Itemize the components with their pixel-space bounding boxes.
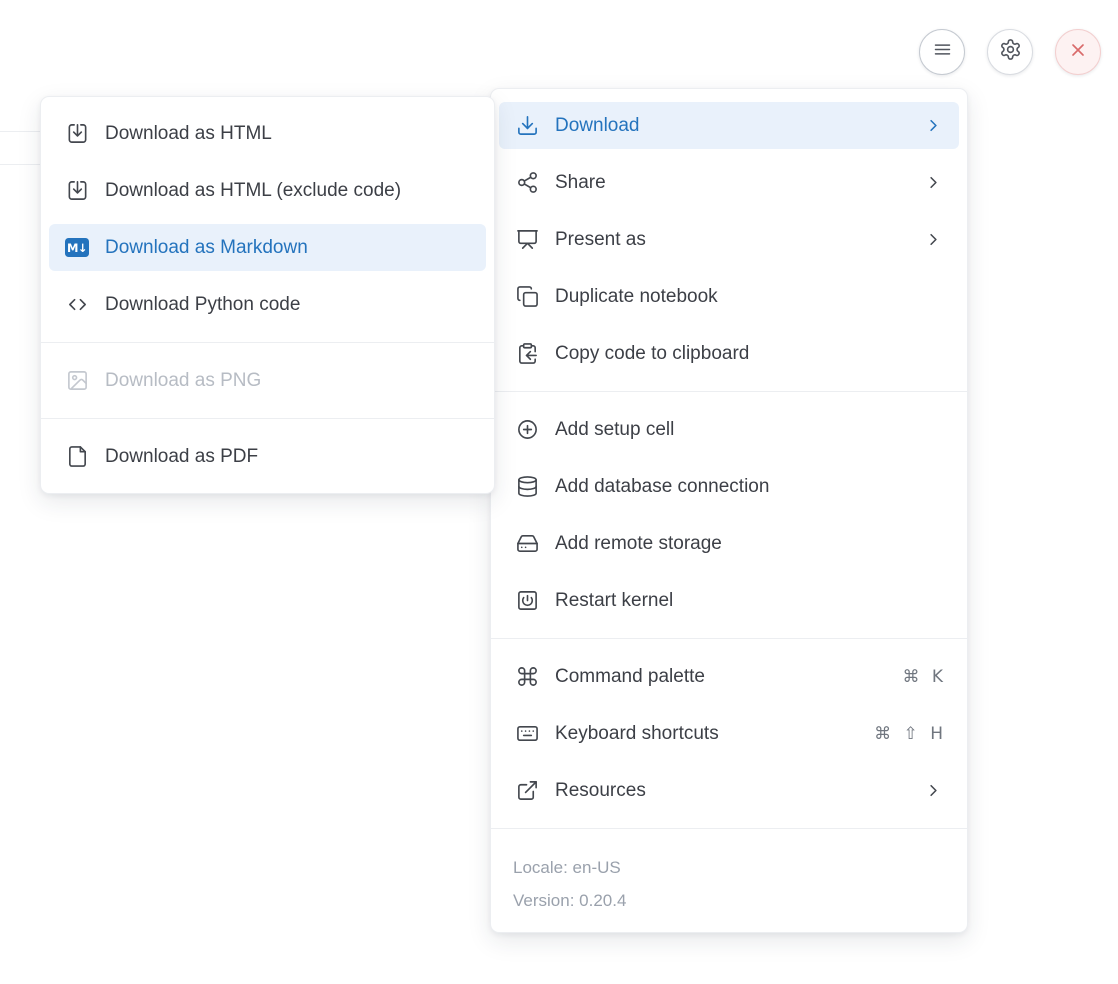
file-icon xyxy=(65,445,89,469)
markdown-badge-icon: M↓ xyxy=(65,236,89,260)
submenu-item-download-as-html[interactable]: Download as HTML xyxy=(49,110,486,157)
menu-item-label: Download as PNG xyxy=(105,370,261,392)
menu-item-add-database-connection[interactable]: Add database connection xyxy=(499,463,959,510)
menu-item-label: Resources xyxy=(555,780,646,802)
circle-plus-icon xyxy=(515,418,539,442)
code-icon xyxy=(65,293,89,317)
power-icon xyxy=(515,589,539,613)
menu-item-label: Download xyxy=(555,115,640,137)
close-button[interactable] xyxy=(1055,29,1101,75)
shortcut-hint: ⌘ K xyxy=(902,667,943,687)
menu-item-download[interactable]: Download xyxy=(499,102,959,149)
menu-item-share[interactable]: Share xyxy=(499,159,959,206)
submenu-item-download-as-html-exclude-code[interactable]: Download as HTML (exclude code) xyxy=(49,167,486,214)
close-x-icon xyxy=(1068,40,1088,65)
duplicate-icon xyxy=(515,285,539,309)
chevron-right-icon xyxy=(924,116,943,135)
share-icon xyxy=(515,171,539,195)
external-link-icon xyxy=(515,779,539,803)
menu-item-label: Command palette xyxy=(555,666,705,688)
download-submenu: Download as HTML Download as HTML (exclu… xyxy=(40,96,495,494)
menu-item-label: Download as Markdown xyxy=(105,237,308,259)
menu-item-duplicate-notebook[interactable]: Duplicate notebook xyxy=(499,273,959,320)
notebook-menu-button[interactable] xyxy=(919,29,965,75)
settings-button[interactable] xyxy=(987,29,1033,75)
download-icon xyxy=(515,114,539,138)
menu-item-add-setup-cell[interactable]: Add setup cell xyxy=(499,406,959,453)
hard-drive-icon xyxy=(515,532,539,556)
clipboard-copy-icon xyxy=(515,342,539,366)
menu-item-label: Add remote storage xyxy=(555,533,722,555)
menu-item-resources[interactable]: Resources xyxy=(499,767,959,814)
locale-text: Locale: en-US xyxy=(513,851,945,884)
menu-item-label: Share xyxy=(555,172,606,194)
submenu-item-download-as-png[interactable]: Download as PNG xyxy=(49,357,486,404)
keyboard-icon xyxy=(515,722,539,746)
database-icon xyxy=(515,475,539,499)
menu-item-label: Download Python code xyxy=(105,294,300,316)
submenu-item-download-as-pdf[interactable]: Download as PDF xyxy=(49,433,486,480)
command-icon xyxy=(515,665,539,689)
box-download-icon xyxy=(65,179,89,203)
gear-icon xyxy=(999,38,1022,66)
menu-item-label: Keyboard shortcuts xyxy=(555,723,719,745)
menu-item-label: Duplicate notebook xyxy=(555,286,718,308)
menu-item-copy-code[interactable]: Copy code to clipboard xyxy=(499,330,959,377)
hamburger-menu-icon xyxy=(932,39,953,65)
submenu-item-download-python-code[interactable]: Download Python code xyxy=(49,281,486,328)
shortcut-hint: ⌘ ⇧ H xyxy=(874,724,943,744)
menu-item-present-as[interactable]: Present as xyxy=(499,216,959,263)
menu-item-command-palette[interactable]: Command palette ⌘ K xyxy=(499,653,959,700)
chevron-right-icon xyxy=(924,230,943,249)
menu-separator xyxy=(41,342,494,343)
menu-item-label: Copy code to clipboard xyxy=(555,343,749,365)
menu-item-label: Present as xyxy=(555,229,646,251)
chevron-right-icon xyxy=(924,781,943,800)
menu-separator xyxy=(41,418,494,419)
page-edge-line xyxy=(0,164,40,165)
menu-item-restart-kernel[interactable]: Restart kernel xyxy=(499,577,959,624)
menu-item-label: Add setup cell xyxy=(555,419,674,441)
presentation-icon xyxy=(515,228,539,252)
box-download-icon xyxy=(65,122,89,146)
submenu-item-download-as-markdown[interactable]: M↓ Download as Markdown xyxy=(49,224,486,271)
menu-item-label: Restart kernel xyxy=(555,590,673,612)
menu-separator xyxy=(491,391,967,392)
menu-separator xyxy=(491,638,967,639)
menu-item-label: Download as HTML xyxy=(105,123,272,145)
chevron-right-icon xyxy=(924,173,943,192)
page-edge-line xyxy=(0,131,40,132)
menu-item-label: Download as HTML (exclude code) xyxy=(105,180,401,202)
image-icon xyxy=(65,369,89,393)
menu-separator xyxy=(491,828,967,829)
menu-item-keyboard-shortcuts[interactable]: Keyboard shortcuts ⌘ ⇧ H xyxy=(499,710,959,757)
menu-item-add-remote-storage[interactable]: Add remote storage xyxy=(499,520,959,567)
menu-item-label: Add database connection xyxy=(555,476,769,498)
menu-item-label: Download as PDF xyxy=(105,446,258,468)
notebook-actions-menu: Download Share Present as xyxy=(490,88,968,933)
version-text: Version: 0.20.4 xyxy=(513,884,945,917)
